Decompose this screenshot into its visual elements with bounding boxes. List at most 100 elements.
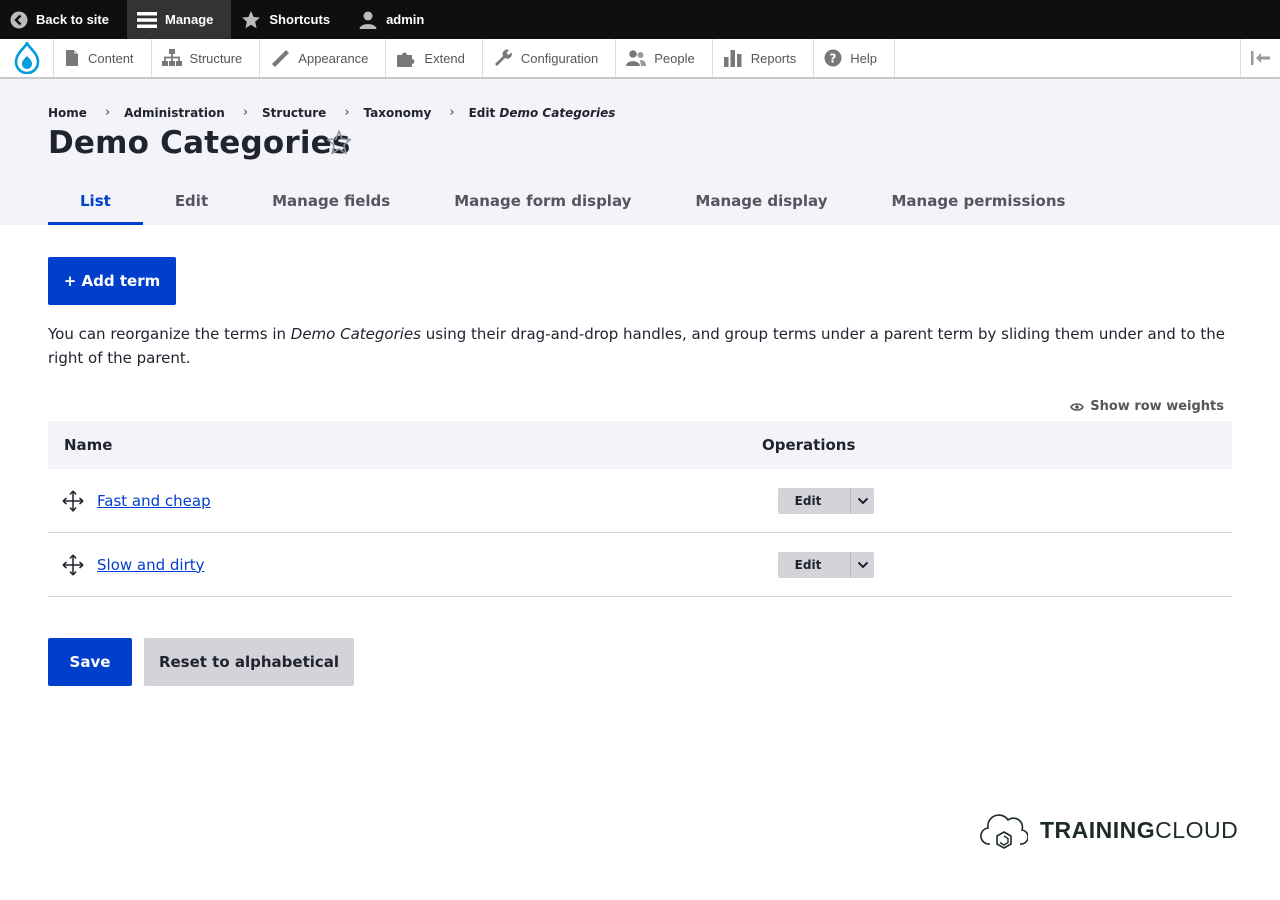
- breadcrumb-current: Edit Demo Categories: [469, 106, 616, 120]
- name-cell: Slow and dirty: [48, 554, 762, 576]
- paintbrush-icon: [272, 50, 290, 67]
- breadcrumb-administration[interactable]: Administration: [124, 106, 225, 120]
- hamburger-menu-icon: [136, 11, 157, 28]
- add-term-button[interactable]: + Add term: [48, 257, 176, 305]
- tray-item-label: Reports: [750, 50, 797, 66]
- terms-table: Name Operations Fast and cheap Edit Slow…: [48, 421, 1232, 597]
- drupal-drop-icon: [14, 42, 39, 74]
- user-icon: [359, 11, 377, 29]
- breadcrumb-home[interactable]: Home: [48, 106, 87, 120]
- help-text-vocabulary: Demo Categories: [290, 325, 421, 343]
- page-header: Home › Administration › Structure › Taxo…: [0, 79, 1280, 225]
- tray-item-help[interactable]: ? Help: [814, 39, 895, 77]
- tray-item-label: Structure: [189, 50, 243, 66]
- trainingcloud-logo: TRAININGCLOUD: [980, 810, 1238, 850]
- tray-spacer: [895, 39, 1240, 77]
- table-header: Name Operations: [48, 421, 1232, 469]
- show-row-weights-label: Show row weights: [1090, 399, 1224, 414]
- tray-item-extend[interactable]: Extend: [386, 39, 483, 77]
- back-to-site-link[interactable]: Back to site: [0, 0, 127, 39]
- tab-manage-form-display[interactable]: Manage form display: [422, 185, 663, 225]
- term-link[interactable]: Slow and dirty: [97, 556, 205, 574]
- operations-dropbutton: Edit: [778, 487, 874, 514]
- dropbutton-toggle[interactable]: [850, 551, 874, 578]
- wrench-icon: [494, 49, 512, 66]
- back-to-site-label: Back to site: [36, 12, 109, 27]
- operations-dropbutton: Edit: [778, 551, 874, 578]
- brand-wordmark: TRAININGCLOUD: [1040, 817, 1238, 844]
- tray-item-label: Extend: [424, 50, 465, 66]
- chevron-down-icon: [857, 561, 868, 568]
- tray-orientation-toggle[interactable]: [1240, 39, 1280, 77]
- drag-handle-icon[interactable]: [62, 554, 84, 576]
- tray-item-reports[interactable]: Reports: [713, 39, 815, 77]
- people-icon: [626, 50, 647, 66]
- admin-tray: Content Structure Appearance Extend Conf…: [0, 39, 1280, 78]
- chevron-down-icon: [857, 497, 868, 504]
- puzzle-piece-icon: [397, 52, 415, 67]
- reset-alphabetical-button[interactable]: Reset to alphabetical: [144, 638, 354, 686]
- name-cell: Fast and cheap: [48, 490, 762, 512]
- manage-tab[interactable]: Manage: [126, 0, 232, 39]
- brand-wordmark-bold: TRAINING: [1040, 816, 1156, 843]
- shortcuts-tab[interactable]: Shortcuts: [231, 0, 348, 39]
- shortcut-star-button[interactable]: [326, 129, 352, 159]
- question-circle-icon: ?: [824, 49, 842, 67]
- svg-text:?: ?: [830, 52, 837, 66]
- breadcrumb-current-prefix: Edit: [468, 105, 496, 120]
- tray-item-label: Configuration: [520, 50, 599, 66]
- user-label: admin: [386, 12, 425, 27]
- tab-edit[interactable]: Edit: [143, 185, 240, 225]
- collapse-left-icon: [1250, 51, 1270, 65]
- edit-button[interactable]: Edit: [778, 487, 850, 514]
- arrow-left-circle-icon: [10, 11, 28, 28]
- shortcuts-label: Shortcuts: [269, 12, 331, 27]
- bar-chart-icon: [723, 50, 742, 67]
- tray-item-label: Content: [88, 50, 134, 66]
- save-button[interactable]: Save: [48, 638, 132, 686]
- tray-item-appearance[interactable]: Appearance: [260, 39, 387, 77]
- chevron-right-icon: ›: [344, 105, 350, 120]
- tray-item-label: Appearance: [298, 50, 369, 66]
- tab-list[interactable]: List: [48, 185, 143, 225]
- primary-tabs: List Edit Manage fields Manage form disp…: [48, 185, 1097, 225]
- chevron-right-icon: ›: [242, 105, 249, 120]
- page-title: Demo Categories: [48, 125, 351, 161]
- term-link[interactable]: Fast and cheap: [97, 492, 211, 510]
- chevron-right-icon: ›: [449, 105, 455, 120]
- tray-item-configuration[interactable]: Configuration: [483, 39, 617, 77]
- tray-item-content[interactable]: Content: [54, 39, 152, 77]
- breadcrumb-structure[interactable]: Structure: [262, 106, 326, 120]
- eye-icon: [1070, 402, 1085, 411]
- table-row: Slow and dirty Edit: [48, 533, 1232, 597]
- manage-label: Manage: [164, 12, 214, 27]
- tab-manage-fields[interactable]: Manage fields: [240, 185, 422, 225]
- tray-item-label: Help: [850, 50, 877, 66]
- cloud-icon: [980, 814, 1028, 849]
- show-row-weights-toggle[interactable]: Show row weights: [1070, 399, 1224, 414]
- star-icon: [242, 10, 261, 28]
- sitemap-icon: [161, 49, 182, 66]
- drupal-logo[interactable]: [0, 39, 54, 77]
- breadcrumb-current-name: Demo Categories: [499, 105, 616, 120]
- help-text: You can reorganize the terms in Demo Cat…: [48, 322, 1238, 370]
- help-text-before: You can reorganize the terms in: [48, 325, 291, 343]
- tray-item-structure[interactable]: Structure: [152, 39, 261, 77]
- page-icon: [66, 50, 78, 66]
- tray-item-label: People: [654, 50, 695, 66]
- column-header-operations: Operations: [762, 436, 856, 454]
- brand-wordmark-light: CLOUD: [1155, 816, 1239, 843]
- admin-toolbar: Back to site Manage Shortcuts admin: [0, 0, 1280, 39]
- tray-item-people[interactable]: People: [616, 39, 713, 77]
- tab-manage-display[interactable]: Manage display: [663, 185, 859, 225]
- edit-button[interactable]: Edit: [778, 551, 850, 578]
- tab-manage-permissions[interactable]: Manage permissions: [860, 185, 1098, 225]
- drag-handle-icon[interactable]: [62, 490, 84, 512]
- breadcrumb-taxonomy[interactable]: Taxonomy: [364, 106, 432, 120]
- column-header-name: Name: [64, 436, 113, 454]
- table-row: Fast and cheap Edit: [48, 469, 1232, 533]
- dropbutton-toggle[interactable]: [850, 487, 874, 514]
- user-tab[interactable]: admin: [348, 0, 442, 39]
- star-outline-icon: [326, 130, 352, 155]
- chevron-right-icon: ›: [104, 105, 111, 120]
